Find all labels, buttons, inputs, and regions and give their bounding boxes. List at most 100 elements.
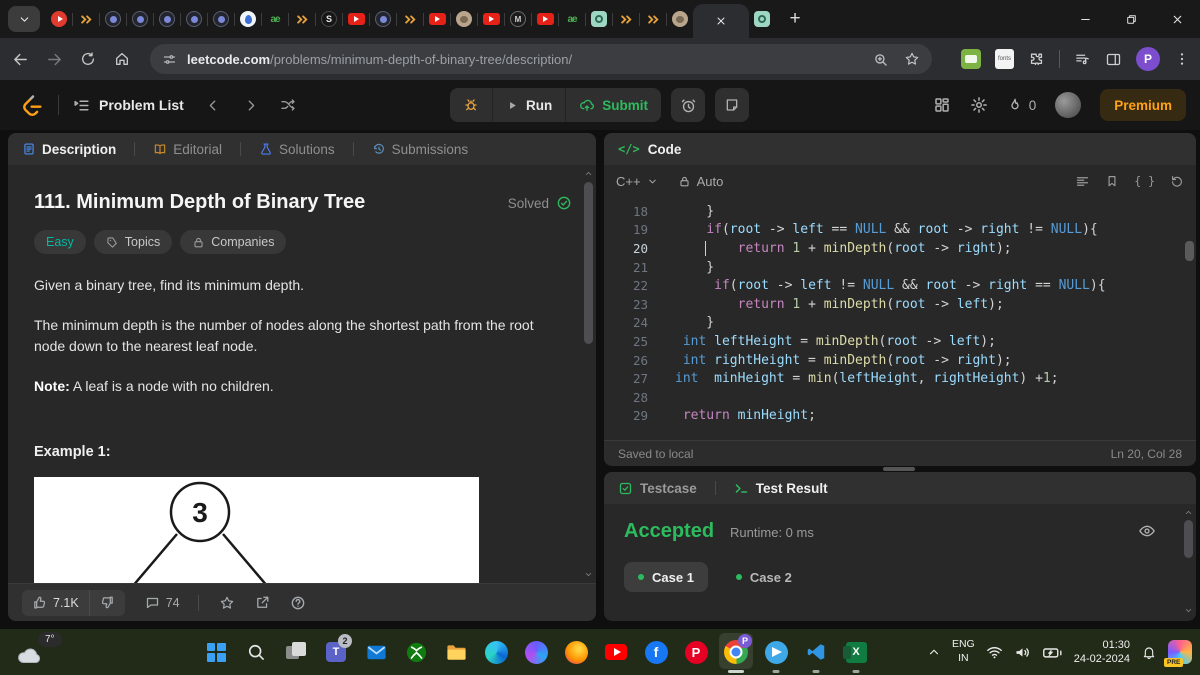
- pinned-tab-flame-icon[interactable]: [235, 0, 261, 38]
- close-window-button[interactable]: [1154, 0, 1200, 38]
- code-line-20[interactable]: 20 return 1 + minDepth(root -> right);: [604, 239, 1196, 258]
- braces-icon[interactable]: { }: [1134, 174, 1155, 188]
- panel-resize-handle[interactable]: [883, 467, 915, 471]
- forward-button[interactable]: [40, 45, 68, 73]
- topics-badge[interactable]: Topics: [93, 230, 173, 254]
- taskbar-firefox-icon[interactable]: [556, 629, 596, 675]
- zoom-icon[interactable]: [873, 52, 888, 67]
- browser-profile-avatar[interactable]: P: [1136, 47, 1160, 71]
- taskbar-taskview-icon[interactable]: [276, 629, 316, 675]
- dislike-button[interactable]: [90, 590, 125, 616]
- random-problem-button[interactable]: [280, 97, 296, 113]
- fonts-extension-icon[interactable]: fonts: [995, 49, 1014, 69]
- code-line-18[interactable]: 18 }: [604, 202, 1196, 221]
- bookmark-star-icon[interactable]: [904, 51, 920, 67]
- debug-button[interactable]: [450, 88, 492, 122]
- new-tab-button[interactable]: +: [781, 5, 809, 33]
- taskbar-copilot-icon[interactable]: [516, 629, 556, 675]
- submit-button[interactable]: Submit: [566, 88, 661, 122]
- tab-editorial[interactable]: Editorial: [153, 142, 222, 157]
- code-line-21[interactable]: 21 }: [604, 258, 1196, 277]
- tab-description[interactable]: Description: [22, 142, 116, 157]
- difficulty-badge[interactable]: Easy: [34, 230, 86, 254]
- timer-button[interactable]: [671, 88, 705, 122]
- mail-extension-icon[interactable]: [961, 49, 981, 69]
- pinned-tab-yt-icon[interactable]: [478, 0, 504, 38]
- scroll-down-icon[interactable]: [1184, 606, 1193, 615]
- pinned-tab-dim-icon[interactable]: [154, 0, 180, 38]
- taskbar-xbox-icon[interactable]: [396, 629, 436, 675]
- scrollbar-thumb[interactable]: [1183, 520, 1193, 558]
- favorite-button[interactable]: [219, 595, 235, 611]
- pinned-tab-dim-icon[interactable]: [181, 0, 207, 38]
- taskbar-start-icon[interactable]: [196, 629, 236, 675]
- pinned-tab-ae-icon[interactable]: ae: [559, 0, 585, 38]
- taskbar-explorer-icon[interactable]: [436, 629, 476, 675]
- notifications-bell-icon[interactable]: [1141, 644, 1157, 660]
- minimize-button[interactable]: [1062, 0, 1108, 38]
- pinned-tab-yt-icon[interactable]: [532, 0, 558, 38]
- close-icon[interactable]: [715, 15, 727, 27]
- companies-badge[interactable]: Companies: [180, 230, 287, 254]
- pinned-tab-dim-icon[interactable]: [208, 0, 234, 38]
- code-line-28[interactable]: 28: [604, 388, 1196, 407]
- code-line-29[interactable]: 29 return minHeight;: [604, 407, 1196, 426]
- scroll-up-icon[interactable]: [1184, 508, 1193, 517]
- address-bar[interactable]: leetcode.com/problems/minimum-depth-of-b…: [150, 44, 932, 74]
- reload-button[interactable]: [74, 45, 102, 73]
- pinned-tab-monkey-icon[interactable]: [451, 0, 477, 38]
- problem-list-link[interactable]: Problem List: [73, 97, 184, 114]
- language-indicator[interactable]: ENG IN: [952, 638, 975, 665]
- next-problem-button[interactable]: [243, 98, 258, 113]
- taskbar-teams-icon[interactable]: T2: [316, 629, 356, 675]
- like-button[interactable]: 7.1K: [22, 590, 89, 616]
- code-line-27[interactable]: 27 int minHeight = min(leftHeight, rightH…: [604, 369, 1196, 388]
- pinned-tab-dim-icon[interactable]: [127, 0, 153, 38]
- weather-widget[interactable]: 7°: [10, 631, 80, 673]
- chevron-down-icon[interactable]: [647, 176, 658, 187]
- pinned-tab-gpt-icon[interactable]: [586, 0, 612, 38]
- taskbar-vscode-icon[interactable]: [796, 629, 836, 675]
- help-button[interactable]: [290, 595, 306, 611]
- taskbar-youtube-icon[interactable]: [596, 629, 636, 675]
- back-button[interactable]: [6, 45, 34, 73]
- pinned-tab-arrows-icon[interactable]: [289, 0, 315, 38]
- taskbar-search-icon[interactable]: [236, 629, 276, 675]
- pinned-tab-ae-icon[interactable]: ae: [262, 0, 288, 38]
- pinned-tab-dim-icon[interactable]: [100, 0, 126, 38]
- taskbar-telegram-icon[interactable]: [756, 629, 796, 675]
- pinned-tab-monkey-icon[interactable]: [667, 0, 693, 38]
- layout-grid-icon[interactable]: [933, 96, 951, 114]
- case-1-button[interactable]: Case 1: [624, 562, 708, 592]
- code-line-19[interactable]: 19 if(root -> left == NULL && root -> ri…: [604, 221, 1196, 240]
- restore-button[interactable]: [1108, 0, 1154, 38]
- bookmark-icon[interactable]: [1105, 174, 1119, 188]
- eye-icon[interactable]: [1138, 522, 1156, 540]
- notes-button[interactable]: [715, 88, 749, 122]
- code-line-23[interactable]: 23 return 1 + minDepth(root -> left);: [604, 295, 1196, 314]
- tab-solutions[interactable]: Solutions: [259, 142, 335, 157]
- tray-overflow-icon[interactable]: [927, 645, 941, 659]
- browser-menu-icon[interactable]: [1174, 51, 1190, 67]
- volume-icon[interactable]: [1014, 644, 1031, 661]
- pinned-tab-gpt-icon[interactable]: [749, 0, 775, 38]
- tab-test-result[interactable]: Test Result: [734, 481, 828, 496]
- editor-scrollbar-thumb[interactable]: [1185, 241, 1194, 261]
- home-button[interactable]: [108, 45, 136, 73]
- scroll-down-icon[interactable]: [584, 570, 593, 579]
- code-editor[interactable]: 18 } 19 if(root -> left == NULL && root -…: [604, 197, 1196, 440]
- taskbar-facebook-icon[interactable]: f: [636, 629, 676, 675]
- language-selector[interactable]: C++: [616, 174, 641, 189]
- case-2-button[interactable]: Case 2: [722, 562, 806, 592]
- streak-counter[interactable]: 0: [1007, 97, 1036, 113]
- code-line-22[interactable]: 22 if(root -> left != NULL && root -> ri…: [604, 276, 1196, 295]
- settings-gear-icon[interactable]: [970, 96, 988, 114]
- reset-code-icon[interactable]: [1170, 174, 1184, 188]
- pinned-tab-yt-icon[interactable]: [343, 0, 369, 38]
- autocomplete-label[interactable]: Auto: [697, 174, 724, 189]
- tab-submissions[interactable]: Submissions: [372, 142, 468, 157]
- run-button[interactable]: Run: [493, 88, 565, 122]
- leetcode-logo[interactable]: [22, 93, 44, 117]
- description-scrollbar[interactable]: [583, 169, 593, 579]
- pinned-tab-arrows-icon[interactable]: [640, 0, 666, 38]
